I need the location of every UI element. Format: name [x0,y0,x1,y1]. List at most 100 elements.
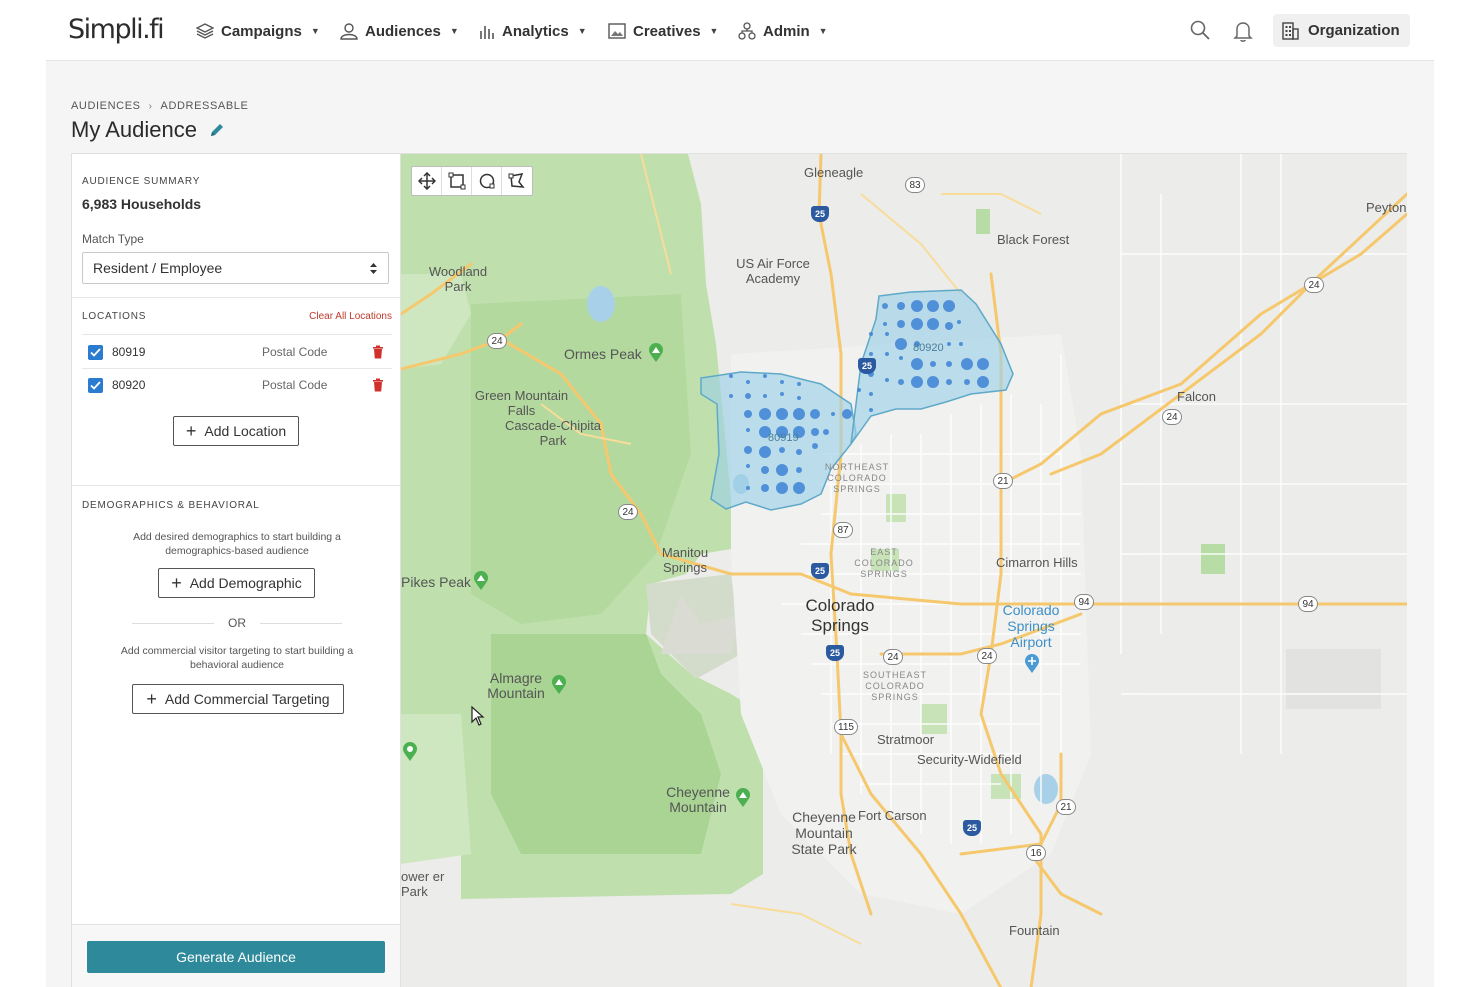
notifications-button[interactable] [1233,20,1255,42]
map-label-green-mountain-falls: Green Mountain Falls [474,388,569,418]
organization-label: Organization [1308,22,1400,39]
map-label-se-cos: SOUTHEAST COLORADO SPRINGS [862,670,927,702]
nav-campaigns[interactable]: Campaigns ▼ [196,20,320,42]
location-type: Postal Code [262,345,328,359]
image-icon [608,23,626,39]
chevron-down-icon: ▼ [577,26,587,36]
users-icon [340,22,358,40]
search-button[interactable] [1190,20,1212,42]
polygon-select-tool-button[interactable] [502,167,532,195]
map-view[interactable]: Gleneagle Black Forest Peyton Woodland P… [401,153,1407,987]
checkmark-icon [90,380,101,390]
circle-select-tool-button[interactable] [472,167,502,195]
chevron-down-icon: ▼ [709,26,719,36]
location-row: 80920 Postal Code [82,369,392,401]
map-drawing-toolbar [411,166,533,196]
top-navigation: Simpli.fi Campaigns ▼ Audiences ▼ Analyt… [46,0,1434,61]
map-label-ne-cos: NORTHEAST COLORADO SPRINGS [824,462,890,494]
add-demographic-button[interactable]: + Add Demographic [158,568,315,598]
search-icon [1190,20,1210,40]
trash-icon[interactable] [372,378,384,392]
map-label-security-widefield: Security-Widefield [917,752,1022,767]
map-label-cheyenne-mountain: Cheyenne Mountain [666,784,730,815]
route-shield: 83 [905,177,925,193]
mouse-cursor-icon [471,706,485,726]
nav-creatives-label: Creatives [633,22,701,40]
pencil-icon[interactable] [209,122,225,138]
add-commercial-targeting-button[interactable]: + Add Commercial Targeting [132,684,344,714]
chevron-down-icon: ▼ [818,26,828,36]
map-label-peyton: Peyton [1366,200,1407,215]
match-type-select[interactable]: Resident / Employee [82,252,389,284]
households-count: 6,983 Households [82,196,202,212]
or-separator: OR [132,616,342,630]
building-icon [1282,21,1299,40]
mountain-peak-icon[interactable] [735,788,751,808]
nav-campaigns-label: Campaigns [221,22,302,40]
interstate-shield: 25 [826,645,844,661]
route-shield: 24 [1162,409,1182,425]
mountain-peak-icon[interactable] [648,343,664,363]
nav-creatives[interactable]: Creatives ▼ [608,20,718,42]
route-shield: 24 [883,649,903,665]
polygon-select-icon [508,173,525,188]
generate-audience-label: Generate Audience [176,949,296,965]
divider [260,622,342,624]
map-label-fountain: Fountain [1009,923,1060,938]
trash-icon[interactable] [372,345,384,359]
match-type-label: Match Type [82,232,144,246]
audience-summary-label: AUDIENCE SUMMARY [82,176,201,187]
map-label-almagre: Almagre Mountain [487,670,545,701]
page-title-row: My Audience [71,117,225,143]
map-label-usafa: US Air Force Academy [736,256,810,286]
map-label-cheyenne-park: Cheyenne Mountain State Park [791,809,857,857]
bell-icon [1233,22,1253,42]
nav-admin[interactable]: Admin ▼ [738,20,828,42]
rectangle-select-tool-button[interactable] [442,167,472,195]
divider [132,622,214,624]
audience-panel: AUDIENCE SUMMARY 6,983 Households Match … [71,153,401,987]
nav-analytics[interactable]: Analytics ▼ [479,20,587,42]
commercial-helper-text: Add commercial visitor targeting to star… [120,645,354,671]
add-location-label: Add Location [204,423,287,439]
organization-button[interactable]: Organization [1273,14,1410,47]
simplifi-logo[interactable]: Simpli.fi [68,14,165,45]
map-label-gleneagle: Gleneagle [804,165,864,180]
route-shield: 24 [1304,277,1324,293]
location-checkbox[interactable] [88,377,103,393]
interstate-shield: 25 [811,206,829,222]
location-checkbox[interactable] [88,344,103,360]
divider [82,334,392,335]
add-commercial-targeting-label: Add Commercial Targeting [164,691,330,707]
clear-all-locations-link[interactable]: Clear All Locations [309,311,392,322]
or-label: OR [228,616,246,630]
route-shield: 94 [1298,596,1318,612]
map-label-zip-80919: 80919 [768,432,799,444]
nav-audiences-label: Audiences [365,22,441,40]
map-label-black-forest: Black Forest [997,232,1070,247]
breadcrumb-audiences[interactable]: AUDIENCES [71,100,141,112]
locations-label: LOCATIONS [82,311,147,322]
mountain-peak-icon[interactable] [473,571,489,591]
add-location-button[interactable]: + Add Location [173,416,299,446]
route-shield: 115 [834,719,858,735]
add-demographic-label: Add Demographic [189,575,302,591]
panel-footer: Generate Audience [72,924,400,987]
route-shield: 94 [1074,594,1094,610]
mountain-peak-icon[interactable] [551,675,567,695]
park-pin-icon[interactable] [402,742,418,762]
chevron-right-icon: › [148,100,153,112]
map-label-ormes-peak: Ormes Peak [564,346,642,362]
airport-pin-icon[interactable] [1024,654,1040,674]
route-shield: 24 [977,648,997,664]
checkmark-icon [90,347,101,357]
route-shield: 24 [618,504,638,520]
move-tool-button[interactable] [412,167,442,195]
generate-audience-button[interactable]: Generate Audience [87,941,385,973]
route-shield: 87 [833,522,853,538]
org-chart-icon [738,22,756,40]
map-label-colorado-springs: Colorado Springs [805,596,875,635]
interstate-shield: 25 [858,358,876,374]
map-label-power-park: ower er Park [401,869,445,899]
nav-audiences[interactable]: Audiences ▼ [340,20,459,42]
